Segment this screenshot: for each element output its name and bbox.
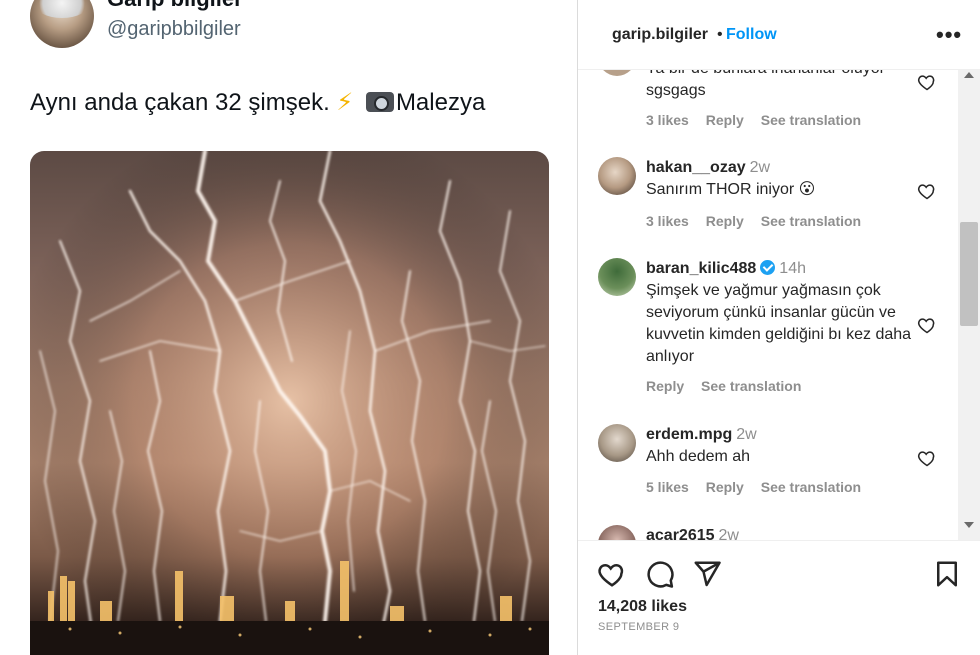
tweet-text-main: Aynı anda çakan 32 şimşek. [30,89,330,116]
header-separator: • [717,26,723,43]
post-actions-bar: 14,208 likes SEPTEMBER 9 [578,540,980,655]
commenter-avatar[interactable] [598,525,636,540]
comment-time: 2w [749,159,771,176]
comment-time: 14h [779,260,806,277]
like-heart-icon[interactable] [597,559,627,589]
lightning-photo-art [30,151,549,655]
reply-button[interactable]: Reply [646,378,684,394]
scroll-up-arrow-icon[interactable] [964,72,974,78]
commenter-avatar[interactable] [598,424,636,462]
like-count[interactable]: 14,208 likes [598,598,687,616]
lightning-photo[interactable] [30,151,549,655]
comment-text: Ahh dedem ah [646,448,751,465]
comment-like-heart-icon[interactable] [917,72,937,92]
comments-list[interactable]: Ya bir de bunlara inananlar oluyor sgsga… [578,70,958,540]
see-translation-button[interactable]: See translation [761,213,861,229]
tweet-text: Aynı anda çakan 32 şimşek. ⚡ Malezya [30,88,485,117]
comment-bubble-icon[interactable] [645,559,675,589]
lightning-emoji-icon: ⚡ [336,89,354,116]
more-options-icon[interactable]: ••• [936,22,962,48]
comment-likes[interactable]: 3 likes [646,112,689,128]
comment-time: 2w [736,426,757,443]
comment-text: Şimşek ve yağmur yağmasın çok seviyorum … [646,282,912,365]
post-username[interactable]: garip.bilgiler [612,26,708,44]
commenter-avatar[interactable] [598,157,636,195]
comment-like-heart-icon[interactable] [917,181,937,201]
save-bookmark-icon[interactable] [932,559,962,589]
comment-author[interactable]: erdem.mpg 2w [646,426,757,444]
see-translation-button[interactable]: See translation [761,112,861,128]
comment-author[interactable]: hakan__ozay 2w [646,159,770,177]
post-date[interactable]: SEPTEMBER 9 [598,621,679,633]
comment-author[interactable]: baran_kilic488 14h [646,260,806,278]
comment-like-heart-icon[interactable] [917,315,937,335]
comment-meta: 5 likes Reply See translation [646,479,874,495]
tweet-author-name[interactable]: Garip bilgiler [107,0,243,12]
comment-like-heart-icon[interactable] [917,448,937,468]
commenter-avatar[interactable] [598,258,636,296]
camera-flash-icon [365,92,394,112]
commenter-avatar[interactable] [598,70,636,76]
tweet-author-avatar[interactable] [30,0,94,48]
reply-button[interactable]: Reply [706,112,744,128]
comment-likes[interactable]: 3 likes [646,213,689,229]
comments-scrollbar[interactable] [958,70,980,540]
share-paper-plane-icon[interactable] [692,559,722,589]
comment-likes[interactable]: 5 likes [646,479,689,495]
post-header: garip.bilgiler • Follow ••• [578,0,980,70]
comment-meta: 3 likes Reply See translation [646,213,874,229]
reply-button[interactable]: Reply [706,479,744,495]
follow-button[interactable]: Follow [726,26,777,44]
comment-text: Sanırım THOR iniyor 😮 [646,181,816,198]
instagram-panel: garip.bilgiler • Follow ••• Ya bir de bu… [577,0,980,655]
comment-meta: Reply See translation [646,378,814,394]
scroll-down-arrow-icon[interactable] [964,522,974,528]
tweet-text-place: Malezya [395,89,486,116]
comment-time: 2w [718,527,739,540]
reply-button[interactable]: Reply [706,213,744,229]
comment-text: Ya bir de bunlara inananlar oluyor sgsga… [646,70,885,99]
see-translation-button[interactable]: See translation [761,479,861,495]
verified-badge-icon [760,260,776,275]
scrollbar-thumb[interactable] [960,222,978,326]
tweet-panel: Garip bilgiler @garipbbilgiler Aynı anda… [0,0,577,655]
comment-meta: 3 likes Reply See translation [646,112,874,128]
comment-author[interactable]: acar2615 2w [646,527,739,540]
see-translation-button[interactable]: See translation [701,378,801,394]
tweet-author-handle[interactable]: @garipbbilgiler [107,18,241,41]
